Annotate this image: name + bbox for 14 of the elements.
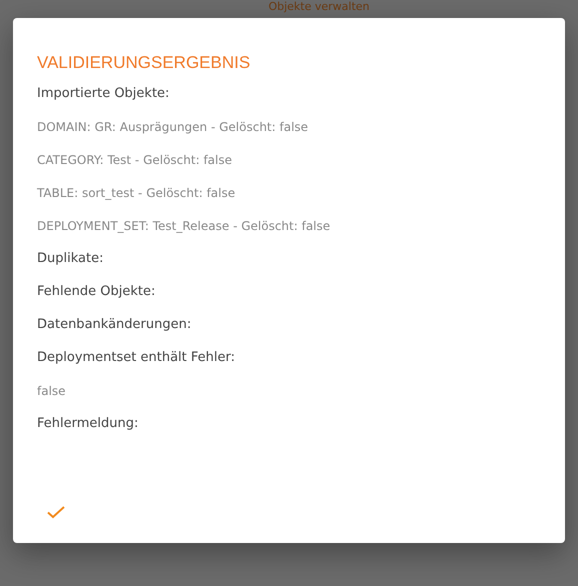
page-heading: Objekte verwalten — [268, 0, 370, 14]
result-line: TABLE: sort_test - Gelöscht: false — [37, 185, 236, 202]
section-label: Importierte Objekte: — [37, 85, 170, 103]
result-line: DEPLOYMENT_SET: Test_Release - Gelöscht: false — [37, 218, 332, 235]
dialog-title: VALIDIERUNGSERGEBNIS — [37, 53, 252, 73]
result-line: false — [37, 383, 67, 400]
result-line: DOMAIN: GR: Ausprägungen - Gelöscht: false — [37, 119, 310, 136]
result-line: CATEGORY: Test - Gelöscht: false — [37, 152, 233, 169]
section-label: Duplikate: — [37, 250, 104, 268]
section-label: Datenbankänderungen: — [37, 316, 192, 334]
checkmark-icon — [47, 505, 65, 519]
section-label: Fehlermeldung: — [37, 415, 140, 433]
section-label: Fehlende Objekte: — [37, 283, 156, 301]
section-label: Deploymentset enthält Fehler: — [37, 349, 236, 367]
